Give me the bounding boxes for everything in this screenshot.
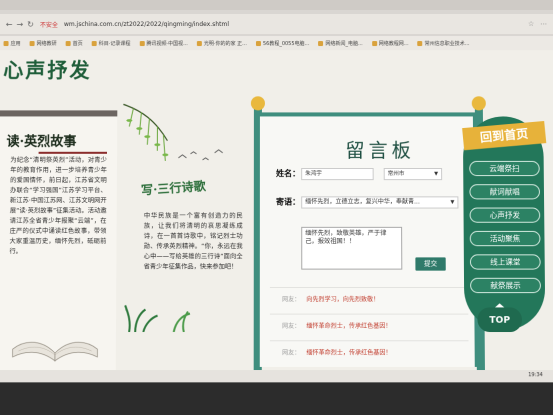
bookmark-icon	[139, 40, 145, 46]
story-text: 为纪念“清明祭英烈”活动，对青少年的教育作用，进一步培养青少年的爱国情怀，前日起…	[9, 156, 107, 256]
back-icon[interactable]: ←	[6, 20, 13, 29]
nav-item-showcase[interactable]: 献祭展示	[470, 277, 541, 294]
toolbar-icons[interactable]: ☆ ⋯	[528, 20, 547, 28]
bookmark-icon	[318, 40, 324, 46]
bookmark-icon	[3, 40, 9, 46]
forward-icon[interactable]: →	[16, 20, 23, 29]
bookmarks-bar: 应用 网络教研 首页 科目·记录课程 腾讯视频·中国视... 光明·你的的家 正…	[0, 36, 553, 51]
story-title: 读·英烈故事	[6, 134, 77, 150]
comment-item: 网友： 缅怀革命烈士，传承红色基因！	[269, 313, 469, 341]
nav-item-classroom[interactable]: 线上课堂	[469, 254, 541, 270]
browser-screen: ← → ↻ 不安全 wm.jschina.com.cn/zt2022/2022/…	[0, 0, 553, 415]
bookmark-item[interactable]: 56教程_0055电脑...	[255, 40, 310, 47]
bookmark-label: 网络教程网...	[378, 40, 409, 47]
bookmark-icon	[417, 40, 423, 46]
bookmark-item[interactable]: 腾讯视频·中国视...	[139, 40, 188, 47]
comment-author: 网友：	[282, 349, 301, 357]
bookmark-item[interactable]: 常州信息职业技术...	[417, 40, 470, 47]
security-warning[interactable]: 不安全	[40, 20, 58, 29]
bookmark-item[interactable]: 网络教研	[29, 40, 57, 47]
chevron-down-icon: ▼	[434, 171, 439, 178]
city-value: 常州市	[387, 171, 405, 178]
motto-label: 寄语：	[275, 197, 301, 207]
poem-text: 中华民族是一个富有创造力的民族，让我们将清明的哀思凝练成诗，在一首首诗歌中，铭记…	[143, 212, 243, 271]
bookmark-label: 首页	[72, 40, 83, 47]
comment-list: 网友： 向先烈学习，向先烈致敬！ 网友： 缅怀革命烈士，传承红色基因！ 网友： …	[269, 286, 469, 367]
grass-icon	[123, 301, 204, 332]
comment-text: 缅怀革命烈士，传承红色基因！	[306, 322, 392, 330]
nav-item-voices[interactable]: 心声抒发	[469, 207, 541, 223]
page-title: 心声抒发	[3, 58, 92, 83]
comment-text: 缅怀革命烈士，传承红色基因！	[306, 349, 392, 357]
post-cap-left	[250, 96, 265, 111]
comment-text: 向先烈学习，向先烈致敬！	[306, 296, 380, 304]
bookmark-label: 56教程_0055电脑...	[262, 40, 310, 47]
bookmark-item[interactable]: 应用	[3, 40, 21, 47]
nav-item-focus[interactable]: 活动聚焦	[469, 230, 541, 247]
post-cap-right	[471, 96, 486, 111]
bookmark-label: 应用	[10, 40, 21, 47]
nav-buttons[interactable]: ← → ↻	[6, 20, 34, 29]
message-textarea[interactable]: 缅怀先烈，致敬英雄，严于律己，报效祖国！！	[301, 226, 403, 270]
name-input[interactable]: 朱鸿宇	[301, 167, 374, 181]
bookmark-label: 光明·你的的家 正...	[203, 40, 247, 47]
refresh-icon[interactable]: ↻	[27, 20, 34, 29]
comment-author: 网友：	[282, 322, 301, 330]
tab-strip[interactable]	[0, 0, 553, 10]
comment-item: 网友： 向先烈学习，向先烈致敬！	[269, 286, 469, 314]
bookmark-item[interactable]: 首页	[65, 40, 83, 47]
name-label: 姓名：	[275, 168, 301, 179]
menu-icon[interactable]: ⋯	[540, 20, 547, 28]
taskbar: 19:34	[0, 370, 553, 383]
nav-item-songs[interactable]: 献词献唱	[469, 184, 541, 200]
bookmark-icon	[91, 40, 97, 46]
bookmark-item[interactable]: 光明·你的的家 正...	[196, 40, 247, 47]
bookmark-item[interactable]: 科目·记录课程	[91, 40, 131, 47]
back-to-top-button[interactable]: TOP	[477, 307, 523, 333]
comment-item: 网友： 缅怀革命烈士，传承红色基因！	[269, 340, 469, 367]
bookmark-item[interactable]: 网络教程网...	[371, 40, 409, 47]
title-underline	[38, 151, 108, 154]
board-title: 留言板	[345, 139, 415, 162]
bookmark-label: 网络新闻_电脑...	[325, 40, 363, 47]
bookmark-label: 常州信息职业技术...	[424, 40, 470, 47]
nav-item-cloud-tribute[interactable]: 云端祭扫	[469, 160, 540, 177]
bookmark-label: 科目·记录课程	[98, 40, 131, 47]
submit-button[interactable]: 提交	[415, 257, 446, 271]
birds-icon	[174, 148, 234, 168]
bookmark-icon	[29, 40, 35, 46]
bookmark-icon	[255, 40, 261, 46]
comment-author: 网友：	[282, 296, 301, 304]
open-book-icon	[8, 324, 102, 363]
bookmark-icon	[371, 40, 377, 46]
motto-value: 缅怀先烈，立德立志，复兴中华，奉献青...	[305, 198, 420, 206]
url-text[interactable]: wm.jschina.com.cn/zt2022/2022/qingming/i…	[64, 21, 229, 28]
bookmark-label: 腾讯视频·中国视...	[146, 40, 188, 47]
card-stripe	[0, 110, 118, 117]
address-bar[interactable]: ← → ↻ 不安全 wm.jschina.com.cn/zt2022/2022/…	[0, 13, 553, 35]
bookmark-icon	[65, 40, 71, 46]
bookmark-label: 网络教研	[36, 40, 57, 47]
star-icon[interactable]: ☆	[528, 20, 534, 28]
chevron-down-icon: ▼	[450, 199, 455, 206]
bookmark-item[interactable]: 网络新闻_电脑...	[318, 40, 363, 47]
city-select[interactable]: 常州市 ▼	[383, 167, 443, 181]
willow-branch-icon	[122, 103, 168, 160]
motto-select[interactable]: 缅怀先烈，立德立志，复兴中华，奉献青... ▼	[301, 196, 459, 209]
taskbar-clock: 19:34	[528, 372, 543, 379]
monitor-bezel	[0, 382, 553, 415]
bookmark-icon	[196, 40, 202, 46]
